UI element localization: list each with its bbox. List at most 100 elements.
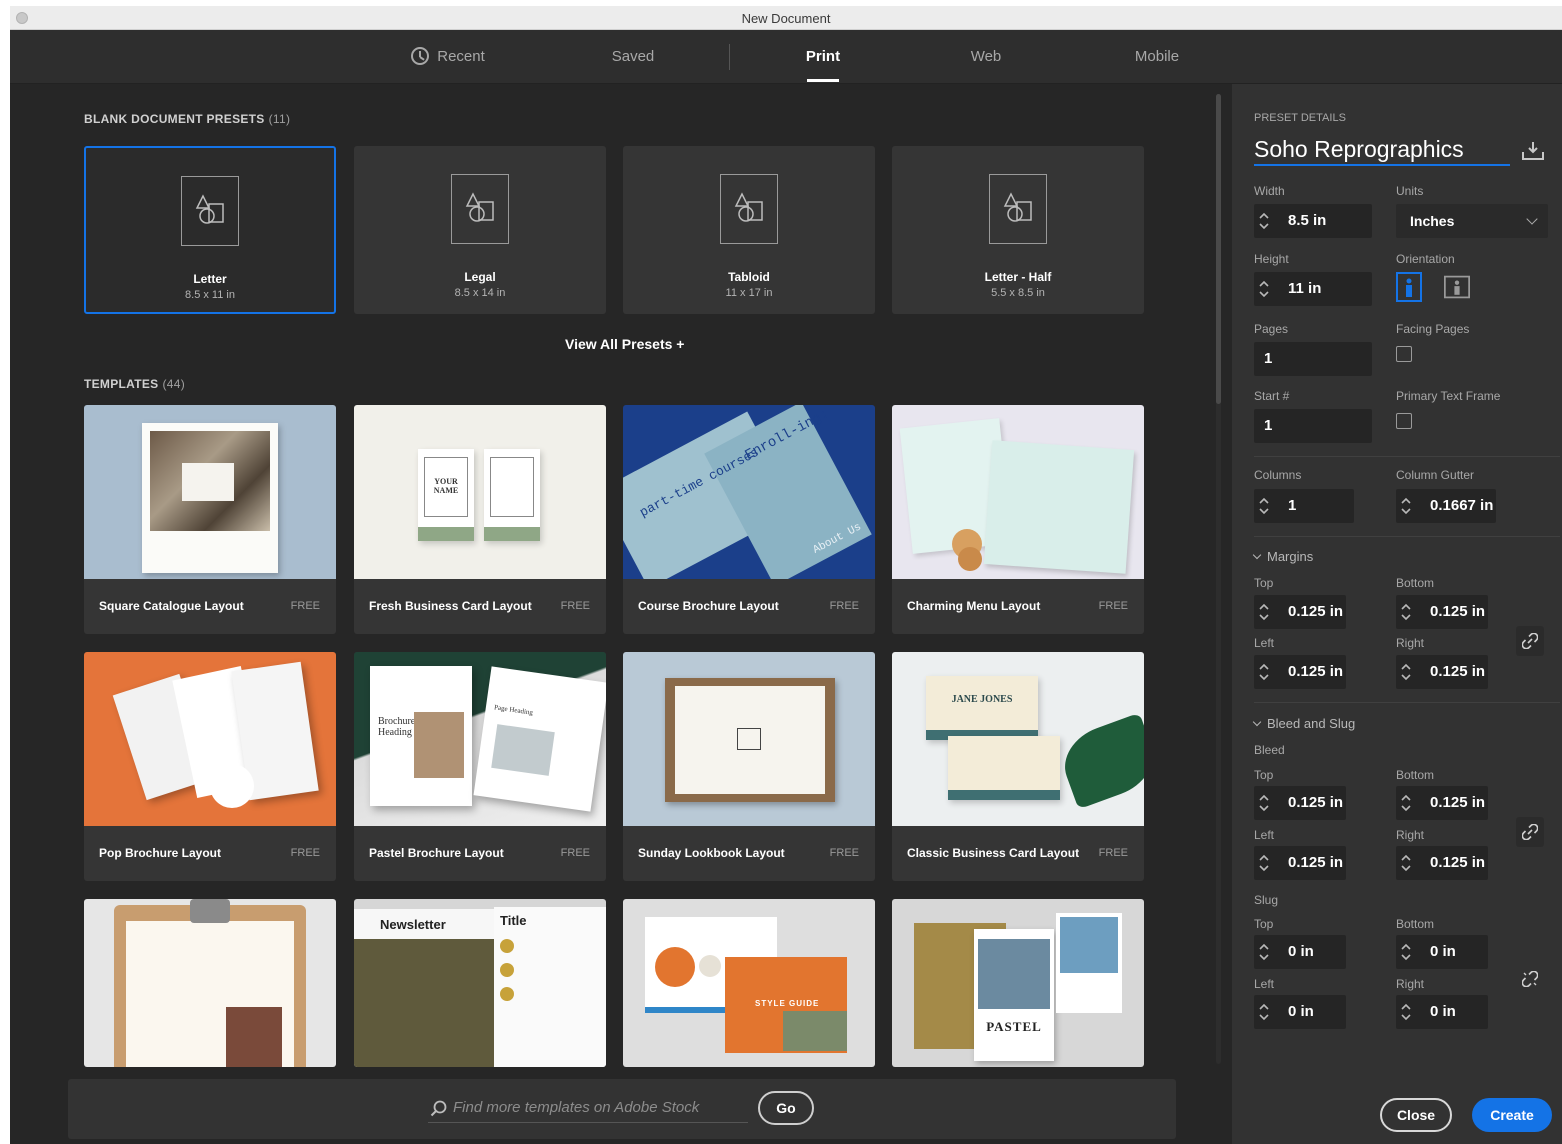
go-button[interactable]: Go bbox=[758, 1091, 814, 1125]
facing-pages-checkbox[interactable] bbox=[1396, 346, 1412, 362]
units-select[interactable]: Inches bbox=[1396, 204, 1548, 238]
tab-print[interactable]: Print bbox=[788, 30, 858, 84]
template-card[interactable]: Pop Brochure Layout FREE bbox=[84, 652, 336, 881]
width-value: 8.5 in bbox=[1288, 212, 1327, 229]
column-gutter-value: 0.1667 in bbox=[1430, 497, 1494, 514]
margin-bottom-field[interactable]: 0.125 in bbox=[1396, 595, 1488, 629]
stepper-icon[interactable] bbox=[1258, 277, 1270, 301]
landscape-orientation-icon[interactable] bbox=[1444, 272, 1470, 302]
template-thumbnail: Newsletter Title bbox=[354, 899, 606, 1067]
bleed-bottom-field[interactable]: 0.125 in bbox=[1396, 786, 1488, 820]
stepper-icon[interactable] bbox=[1258, 940, 1270, 964]
height-field[interactable]: 11 in bbox=[1254, 272, 1372, 306]
template-card[interactable] bbox=[84, 899, 336, 1067]
slug-bottom-field[interactable]: 0 in bbox=[1396, 935, 1488, 969]
width-field[interactable]: 8.5 in bbox=[1254, 204, 1372, 238]
template-card[interactable]: Square Catalogue Layout FREE bbox=[84, 405, 336, 634]
start-number-value: 1 bbox=[1264, 417, 1273, 434]
stepper-icon[interactable] bbox=[1258, 851, 1270, 875]
blank-presets-heading: BLANK DOCUMENT PRESETS (11) bbox=[84, 112, 290, 126]
tab-recent[interactable]: Recent bbox=[398, 30, 498, 84]
close-button[interactable]: Close bbox=[1380, 1098, 1452, 1132]
columns-field[interactable]: 1 bbox=[1254, 489, 1354, 523]
create-button[interactable]: Create bbox=[1472, 1098, 1552, 1132]
stepper-icon[interactable] bbox=[1400, 1000, 1412, 1024]
document-icon bbox=[989, 174, 1047, 244]
link-slug-button[interactable] bbox=[1516, 964, 1544, 994]
slug-left-field[interactable]: 0 in bbox=[1254, 995, 1346, 1029]
slug-right-field[interactable]: 0 in bbox=[1396, 995, 1488, 1029]
preset-card-tabloid[interactable]: Tabloid 11 x 17 in bbox=[623, 146, 875, 314]
stepper-icon[interactable] bbox=[1400, 851, 1412, 875]
preset-card-letter[interactable]: Letter 8.5 x 11 in bbox=[84, 146, 336, 314]
template-card[interactable]: PASTEL bbox=[892, 899, 1144, 1067]
bleed-top-label: Top bbox=[1254, 768, 1274, 782]
stepper-icon[interactable] bbox=[1258, 791, 1270, 815]
template-card[interactable]: STYLE GUIDE bbox=[623, 899, 875, 1067]
margins-section-toggle[interactable]: Margins bbox=[1252, 549, 1313, 564]
jane-jones-text: JANE JONES bbox=[951, 694, 1013, 705]
slug-bottom-label: Bottom bbox=[1396, 917, 1435, 931]
pages-field[interactable]: 1 bbox=[1254, 342, 1372, 376]
facing-pages-label: Facing Pages bbox=[1396, 322, 1470, 336]
bleed-slug-section-toggle[interactable]: Bleed and Slug bbox=[1252, 716, 1355, 731]
tab-saved[interactable]: Saved bbox=[596, 30, 670, 84]
template-thumbnail: YOUR NAME bbox=[354, 405, 606, 579]
scrollbar-thumb[interactable] bbox=[1216, 94, 1221, 404]
stepper-icon[interactable] bbox=[1400, 494, 1412, 518]
template-card[interactable]: Newsletter Title bbox=[354, 899, 606, 1067]
template-card[interactable]: Enroll-ing: part-time courses About Us C… bbox=[623, 405, 875, 634]
preset-card-letter-half[interactable]: Letter - Half 5.5 x 8.5 in bbox=[892, 146, 1144, 314]
portrait-orientation-icon[interactable] bbox=[1396, 272, 1422, 302]
preset-card-legal[interactable]: Legal 8.5 x 14 in bbox=[354, 146, 606, 314]
link-bleed-button[interactable] bbox=[1516, 817, 1544, 847]
stepper-icon[interactable] bbox=[1400, 791, 1412, 815]
bleed-top-field[interactable]: 0.125 in bbox=[1254, 786, 1346, 820]
clock-icon bbox=[411, 47, 430, 65]
tab-web[interactable]: Web bbox=[954, 30, 1018, 84]
tab-mobile[interactable]: Mobile bbox=[1118, 30, 1196, 84]
template-thumbnail: PASTEL bbox=[892, 899, 1144, 1067]
preset-name-field[interactable]: Soho Reprographics bbox=[1254, 132, 1510, 166]
bleed-right-field[interactable]: 0.125 in bbox=[1396, 846, 1488, 880]
stock-search-input[interactable]: Find more templates on Adobe Stock bbox=[428, 1095, 748, 1123]
template-name: Sunday Lookbook Layout bbox=[638, 846, 785, 860]
margin-left-value: 0.125 in bbox=[1288, 663, 1344, 680]
view-all-presets-link[interactable]: View All Presets + bbox=[565, 336, 684, 352]
column-gutter-field[interactable]: 0.1667 in bbox=[1396, 489, 1496, 523]
margin-left-field[interactable]: 0.125 in bbox=[1254, 655, 1346, 689]
link-margins-button[interactable] bbox=[1516, 626, 1544, 656]
template-name: Charming Menu Layout bbox=[907, 599, 1041, 613]
template-card[interactable]: Brochure Heading Page Heading Pastel Bro… bbox=[354, 652, 606, 881]
template-card[interactable]: JANE JONES Classic Business Card Layout … bbox=[892, 652, 1144, 881]
section-divider bbox=[1254, 702, 1560, 703]
template-name: Fresh Business Card Layout bbox=[369, 599, 532, 613]
stepper-icon[interactable] bbox=[1258, 209, 1270, 233]
chevron-down-icon bbox=[1526, 213, 1538, 225]
chevron-down-icon bbox=[1252, 717, 1262, 727]
template-free-label: FREE bbox=[829, 600, 859, 612]
stepper-icon[interactable] bbox=[1400, 940, 1412, 964]
bleed-left-field[interactable]: 0.125 in bbox=[1254, 846, 1346, 880]
margin-top-field[interactable]: 0.125 in bbox=[1254, 595, 1346, 629]
stepper-icon[interactable] bbox=[1258, 494, 1270, 518]
preset-details-panel: PRESET DETAILS Soho Reprographics Width … bbox=[1232, 84, 1562, 1144]
template-free-label: FREE bbox=[1098, 600, 1128, 612]
template-card[interactable]: Charming Menu Layout FREE bbox=[892, 405, 1144, 634]
template-card[interactable]: Sunday Lookbook Layout FREE bbox=[623, 652, 875, 881]
stepper-icon[interactable] bbox=[1258, 1000, 1270, 1024]
slug-top-field[interactable]: 0 in bbox=[1254, 935, 1346, 969]
save-preset-icon[interactable] bbox=[1520, 140, 1546, 162]
blank-presets-title: BLANK DOCUMENT PRESETS bbox=[84, 112, 265, 126]
primary-text-frame-checkbox[interactable] bbox=[1396, 413, 1412, 429]
margin-right-field[interactable]: 0.125 in bbox=[1396, 655, 1488, 689]
stepper-icon[interactable] bbox=[1400, 660, 1412, 684]
start-number-field[interactable]: 1 bbox=[1254, 409, 1372, 443]
preset-name: Letter - Half bbox=[984, 270, 1052, 284]
title-bar: New Document bbox=[10, 6, 1562, 30]
template-thumbnail bbox=[623, 652, 875, 826]
template-card[interactable]: YOUR NAME Fresh Business Card Layout FRE… bbox=[354, 405, 606, 634]
stepper-icon[interactable] bbox=[1258, 660, 1270, 684]
stepper-icon[interactable] bbox=[1400, 600, 1412, 624]
stepper-icon[interactable] bbox=[1258, 600, 1270, 624]
